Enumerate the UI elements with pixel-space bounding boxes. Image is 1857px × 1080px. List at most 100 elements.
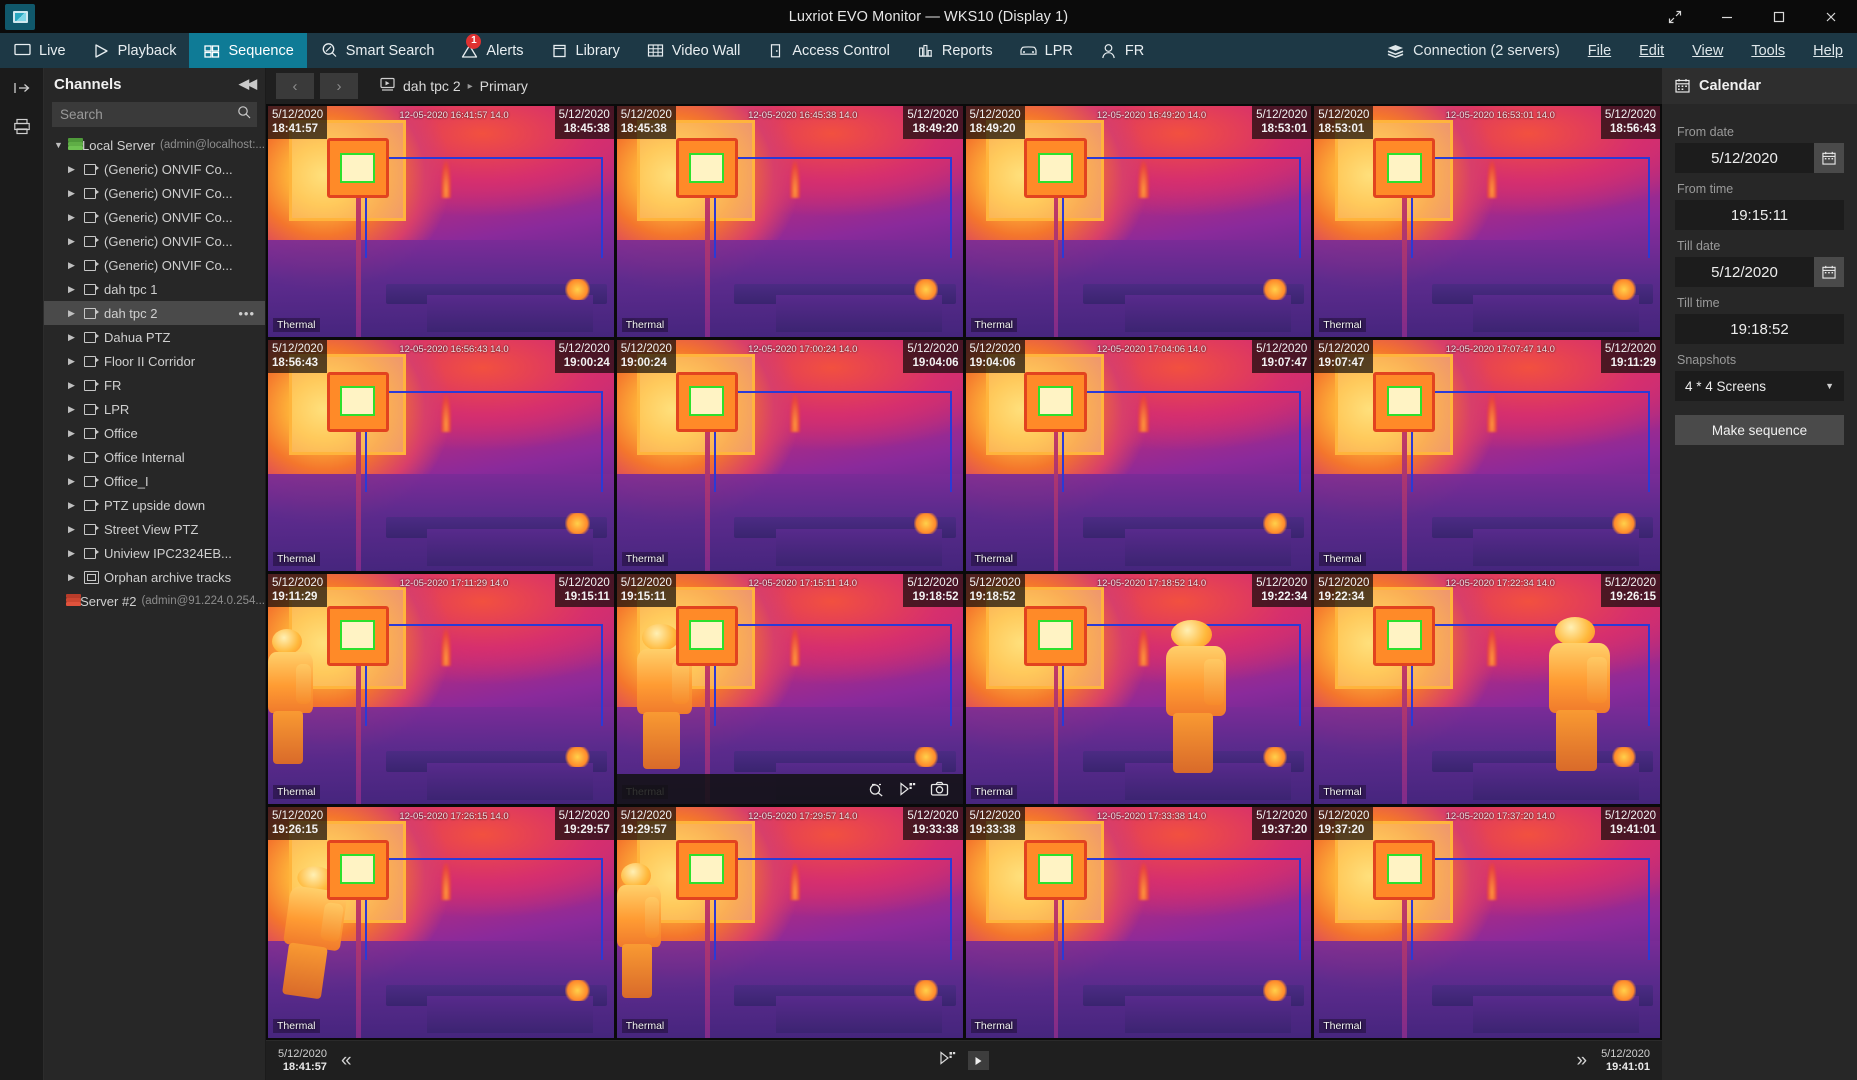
tree-item-generic-onvif-co[interactable]: ▶ (Generic) ONVIF Co... bbox=[44, 181, 265, 205]
from-date-picker-icon[interactable] bbox=[1814, 143, 1844, 173]
till-time-field[interactable]: 19:18:52 bbox=[1675, 314, 1844, 344]
from-date-field[interactable]: 5/12/2020 bbox=[1675, 143, 1844, 173]
tree-item-generic-onvif-co[interactable]: ▶ (Generic) ONVIF Co... bbox=[44, 253, 265, 277]
tree-expand-arrow-icon[interactable]: ▶ bbox=[68, 380, 79, 391]
menu-tools[interactable]: Tools bbox=[1737, 43, 1799, 59]
tree-expand-arrow-icon[interactable]: ▶ bbox=[68, 260, 79, 271]
tree-expand-arrow-icon[interactable]: ▶ bbox=[68, 452, 79, 463]
menu-file[interactable]: File bbox=[1574, 43, 1625, 59]
video-tile[interactable]: 12-05-2020 17:04:06 14.0 5/12/2020 19:04:0… bbox=[965, 339, 1312, 571]
tree-expand-arrow-icon[interactable]: ▶ bbox=[68, 428, 79, 439]
tree-item-office-internal[interactable]: ▶ Office Internal bbox=[44, 445, 265, 469]
maximize-icon[interactable] bbox=[1753, 0, 1805, 33]
expand-panel-icon[interactable] bbox=[8, 76, 36, 100]
from-time-field[interactable]: 19:15:11 bbox=[1675, 200, 1844, 230]
tree-item-dah-tpc-2[interactable]: ▶ dah tpc 2 ••• bbox=[44, 301, 265, 325]
zoom-region-icon[interactable] bbox=[867, 781, 885, 797]
tree-item-floor-ii-corridor[interactable]: ▶ Floor II Corridor bbox=[44, 349, 265, 373]
video-tile[interactable]: 12-05-2020 17:22:34 14.0 5/12/2020 19:22:3… bbox=[1314, 573, 1660, 805]
tab-library[interactable]: Library bbox=[537, 33, 633, 68]
tab-smart-search[interactable]: Smart Search bbox=[307, 33, 448, 68]
tree-expand-arrow-icon[interactable]: ▼ bbox=[54, 140, 63, 150]
video-tile[interactable]: 12-05-2020 17:11:29 14.0 5/12/2020 19:11:2… bbox=[268, 573, 614, 805]
snapshots-select[interactable]: 4 * 4 Screens ▼ bbox=[1675, 371, 1844, 401]
tree-item-ptz-upside-down[interactable]: ▶ PTZ upside down bbox=[44, 493, 265, 517]
video-tile[interactable]: 12-05-2020 16:53:01 14.0 5/12/2020 18:53:0… bbox=[1314, 106, 1660, 337]
expand-icon[interactable] bbox=[1649, 0, 1701, 33]
tree-item-generic-onvif-co[interactable]: ▶ (Generic) ONVIF Co... bbox=[44, 205, 265, 229]
make-sequence-button[interactable]: Make sequence bbox=[1675, 415, 1844, 445]
video-tile[interactable]: 12-05-2020 17:18:52 14.0 5/12/2020 19:18:5… bbox=[965, 573, 1312, 805]
search-box[interactable] bbox=[52, 102, 257, 127]
tree-item-lpr[interactable]: ▶ LPR bbox=[44, 397, 265, 421]
video-tile[interactable]: 12-05-2020 16:41:57 14.0 5/12/2020 18:41:5… bbox=[268, 106, 614, 337]
tree-expand-arrow-icon[interactable]: ▶ bbox=[68, 188, 79, 199]
tab-live[interactable]: Live bbox=[0, 33, 79, 68]
tree-item-dahua-ptz[interactable]: ▶ Dahua PTZ bbox=[44, 325, 265, 349]
tree-item-fr[interactable]: ▶ FR bbox=[44, 373, 265, 397]
tab-lpr[interactable]: LPR bbox=[1006, 33, 1086, 68]
collapse-left-icon[interactable]: ◀◀ bbox=[239, 76, 257, 92]
till-date-field[interactable]: 5/12/2020 bbox=[1675, 257, 1844, 287]
tree-item-dah-tpc-1[interactable]: ▶ dah tpc 1 bbox=[44, 277, 265, 301]
tab-video-wall[interactable]: Video Wall bbox=[633, 33, 754, 68]
tree-item-generic-onvif-co[interactable]: ▶ (Generic) ONVIF Co... bbox=[44, 157, 265, 181]
video-tile[interactable]: 12-05-2020 17:37:20 14.0 5/12/2020 19:37:2… bbox=[1314, 807, 1660, 1038]
tree-expand-arrow-icon[interactable]: ▶ bbox=[68, 572, 79, 583]
video-tile[interactable]: 12-05-2020 17:26:15 14.0 5/12/2020 19:26:1… bbox=[268, 807, 614, 1038]
snapshot-camera-icon[interactable] bbox=[930, 781, 949, 797]
video-tile[interactable]: 12-05-2020 17:07:47 14.0 5/12/2020 19:07:4… bbox=[1314, 339, 1660, 571]
tree-item-menu-icon[interactable]: ••• bbox=[238, 306, 265, 321]
tree-item-server-2[interactable]: Server #2 (admin@91.224.0.254... bbox=[44, 589, 265, 613]
video-tile[interactable]: 12-05-2020 16:49:20 14.0 5/12/2020 18:49:2… bbox=[965, 106, 1312, 337]
tree-expand-arrow-icon[interactable]: ▶ bbox=[68, 284, 79, 295]
video-tile[interactable]: 12-05-2020 16:45:38 14.0 5/12/2020 18:45:3… bbox=[616, 106, 963, 337]
play-button-icon[interactable] bbox=[968, 1051, 989, 1070]
minimize-icon[interactable] bbox=[1701, 0, 1753, 33]
video-tile[interactable]: 12-05-2020 17:29:57 14.0 5/12/2020 19:29:5… bbox=[616, 807, 963, 1038]
tree-item-street-view-ptz[interactable]: ▶ Street View PTZ bbox=[44, 517, 265, 541]
tree-expand-arrow-icon[interactable]: ▶ bbox=[68, 356, 79, 367]
video-tile[interactable]: 12-05-2020 17:00:24 14.0 5/12/2020 19:00:2… bbox=[616, 339, 963, 571]
tree-item-office[interactable]: ▶ Office bbox=[44, 421, 265, 445]
menu-view[interactable]: View bbox=[1678, 43, 1737, 59]
tree-expand-arrow-icon[interactable]: ▶ bbox=[68, 524, 79, 535]
chevron-right-icon[interactable]: › bbox=[320, 73, 358, 99]
tab-playback[interactable]: Playback bbox=[79, 33, 190, 68]
tree-expand-arrow-icon[interactable]: ▶ bbox=[68, 308, 79, 319]
video-tile[interactable]: 12-05-2020 17:33:38 14.0 5/12/2020 19:33:3… bbox=[965, 807, 1312, 1038]
connection-status[interactable]: Connection (2 servers) bbox=[1372, 41, 1574, 60]
menu-help[interactable]: Help bbox=[1799, 43, 1857, 59]
tree-expand-arrow-icon[interactable]: ▶ bbox=[68, 236, 79, 247]
tab-sequence[interactable]: Sequence bbox=[189, 33, 307, 68]
tree-expand-arrow-icon[interactable]: ▶ bbox=[68, 404, 79, 415]
tree-expand-arrow-icon[interactable]: ▶ bbox=[68, 332, 79, 343]
double-chevron-left-icon[interactable]: « bbox=[341, 1051, 352, 1070]
tree-item-uniview-ipc2324eb[interactable]: ▶ Uniview IPC2324EB... bbox=[44, 541, 265, 565]
till-date-picker-icon[interactable] bbox=[1814, 257, 1844, 287]
tree-item-local-server[interactable]: ▼ Local Server (admin@localhost:... bbox=[44, 133, 265, 157]
tree-item-orphan-archive-tracks[interactable]: ▶ Orphan archive tracks bbox=[44, 565, 265, 589]
tab-reports[interactable]: Reports bbox=[903, 33, 1006, 68]
video-tile[interactable]: 12-05-2020 16:56:43 14.0 5/12/2020 18:56:4… bbox=[268, 339, 614, 571]
tree-expand-arrow-icon[interactable]: ▶ bbox=[68, 476, 79, 487]
print-layout-icon[interactable] bbox=[8, 114, 36, 138]
breadcrumb-channel[interactable]: dah tpc 2 bbox=[403, 78, 461, 94]
double-chevron-right-icon[interactable]: » bbox=[1576, 1051, 1587, 1070]
tree-item-generic-onvif-co[interactable]: ▶ (Generic) ONVIF Co... bbox=[44, 229, 265, 253]
tab-fr[interactable]: FR bbox=[1086, 33, 1157, 68]
chevron-left-icon[interactable]: ‹ bbox=[276, 73, 314, 99]
tree-expand-arrow-icon[interactable]: ▶ bbox=[68, 500, 79, 511]
tree-expand-arrow-icon[interactable]: ▶ bbox=[68, 548, 79, 559]
export-sequence-icon[interactable] bbox=[939, 1050, 956, 1071]
tree-expand-arrow-icon[interactable]: ▶ bbox=[68, 212, 79, 223]
close-icon[interactable] bbox=[1805, 0, 1857, 33]
export-frame-icon[interactable] bbox=[899, 781, 916, 797]
tree-expand-arrow-icon[interactable]: ▶ bbox=[68, 164, 79, 175]
search-input[interactable] bbox=[60, 107, 237, 122]
tab-access-control[interactable]: Access Control bbox=[753, 33, 903, 68]
menu-edit[interactable]: Edit bbox=[1625, 43, 1678, 59]
tab-alerts[interactable]: 1 Alerts bbox=[447, 33, 536, 68]
breadcrumb-stream[interactable]: Primary bbox=[480, 78, 528, 94]
video-tile[interactable]: 12-05-2020 17:15:11 14.0 5/12/2020 19:15:1… bbox=[616, 573, 963, 805]
